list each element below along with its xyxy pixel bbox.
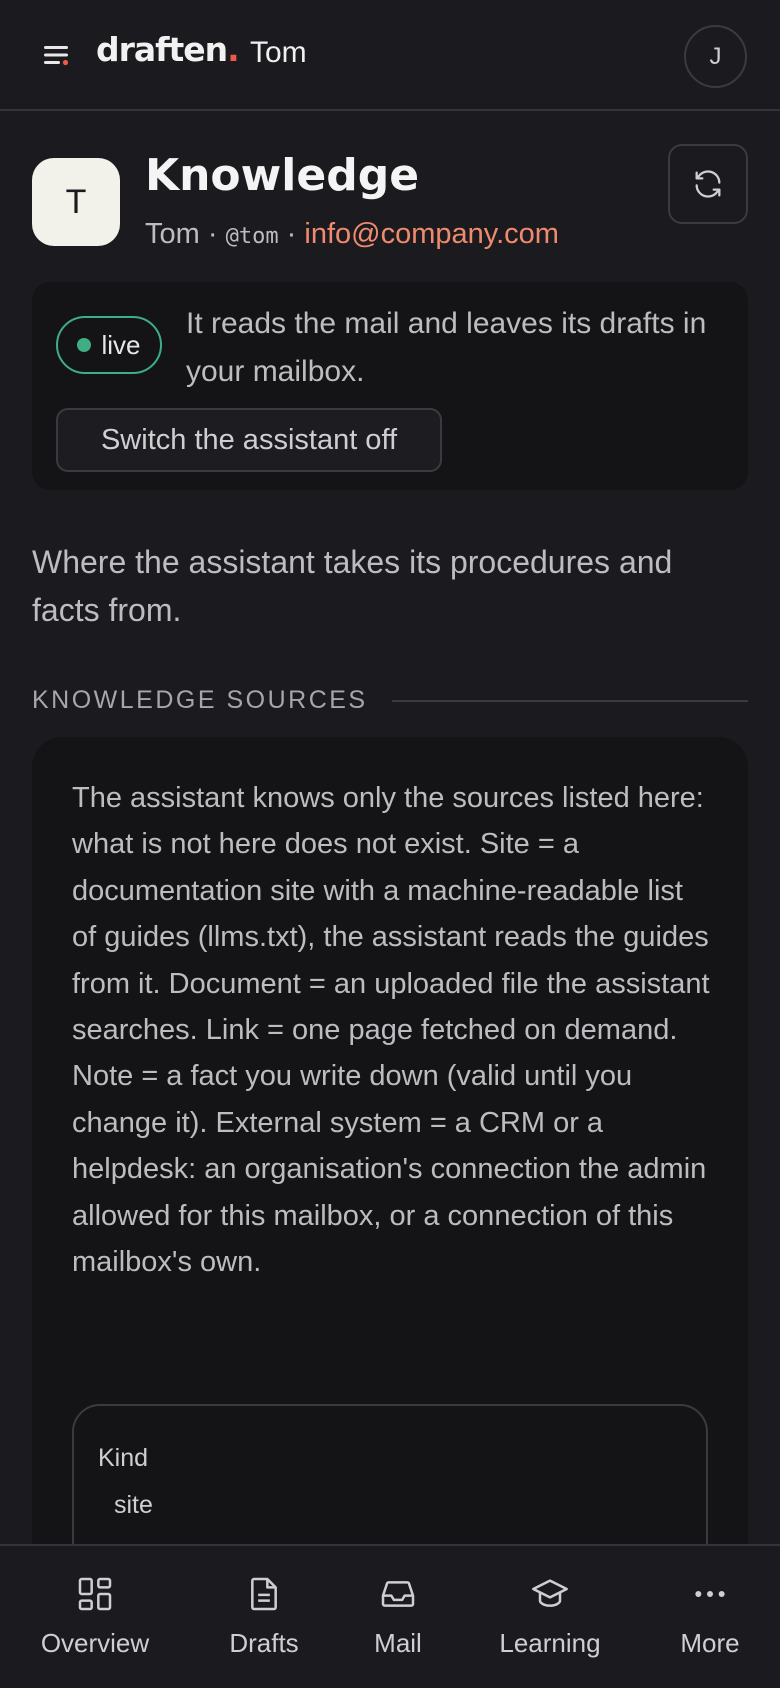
- nav-item-more[interactable]: More: [676, 1546, 744, 1688]
- mailbox-avatar: T: [32, 158, 120, 246]
- mailbox-name: Tom: [145, 218, 200, 250]
- nav-label-overview: Overview: [40, 1628, 150, 1658]
- document-icon: [251, 1577, 277, 1611]
- knowledge-sources-heading: KNOWLEDGE SOURCES: [32, 686, 748, 715]
- nav-label-mail: Mail: [374, 1628, 422, 1658]
- live-label: live: [101, 329, 141, 360]
- refresh-button[interactable]: [668, 144, 748, 224]
- separator: ·: [286, 218, 297, 250]
- live-dot-icon: [77, 338, 92, 352]
- more-dots-icon: [695, 1591, 725, 1597]
- switch-assistant-off-button[interactable]: Switch the assistant off: [56, 408, 442, 472]
- nav-item-learning[interactable]: Learning: [494, 1546, 606, 1688]
- mailbox-handle: @tom: [225, 224, 279, 249]
- separator: ·: [207, 218, 218, 250]
- top-bar: draften. Tom J: [0, 0, 780, 111]
- nav-label-more: More: [680, 1628, 740, 1658]
- sources-description: The assistant knows only the sources lis…: [72, 782, 710, 1279]
- mailbox-email: info@company.com: [304, 218, 559, 250]
- status-description: It reads the mail and leaves its drafts …: [186, 307, 707, 388]
- inbox-icon: [381, 1581, 415, 1607]
- page-intro: Where the assistant takes its procedures…: [32, 544, 673, 628]
- nav-label-drafts: Drafts: [229, 1628, 299, 1658]
- grid-icon: [78, 1577, 112, 1611]
- menu-icon: [44, 46, 69, 66]
- kind-label: Kind: [98, 1444, 149, 1472]
- nav-item-mail[interactable]: Mail: [368, 1546, 428, 1688]
- mailbox-subline: Tom · @tom · info@company.com: [145, 218, 559, 251]
- section-divider: [391, 699, 748, 702]
- menu-button[interactable]: [36, 40, 76, 70]
- live-status-badge: live: [56, 316, 162, 374]
- assistant-status-card: live It reads the mail and leaves its dr…: [32, 282, 748, 490]
- bottom-navigation: Overview Drafts Mail Learning More: [0, 1544, 780, 1688]
- nav-label-learning: Learning: [499, 1628, 601, 1658]
- section-title: KNOWLEDGE SOURCES: [32, 686, 368, 714]
- account-avatar[interactable]: J: [684, 25, 747, 88]
- nav-item-drafts[interactable]: Drafts: [222, 1546, 306, 1688]
- page-title: Knowledge: [145, 150, 420, 201]
- nav-item-overview[interactable]: Overview: [36, 1546, 154, 1688]
- graduation-cap-icon: [532, 1579, 568, 1607]
- brand-logo[interactable]: draften.: [96, 30, 240, 69]
- kind-value: site: [114, 1491, 153, 1519]
- current-mailbox-name[interactable]: Tom: [250, 36, 307, 70]
- refresh-icon: [695, 170, 721, 198]
